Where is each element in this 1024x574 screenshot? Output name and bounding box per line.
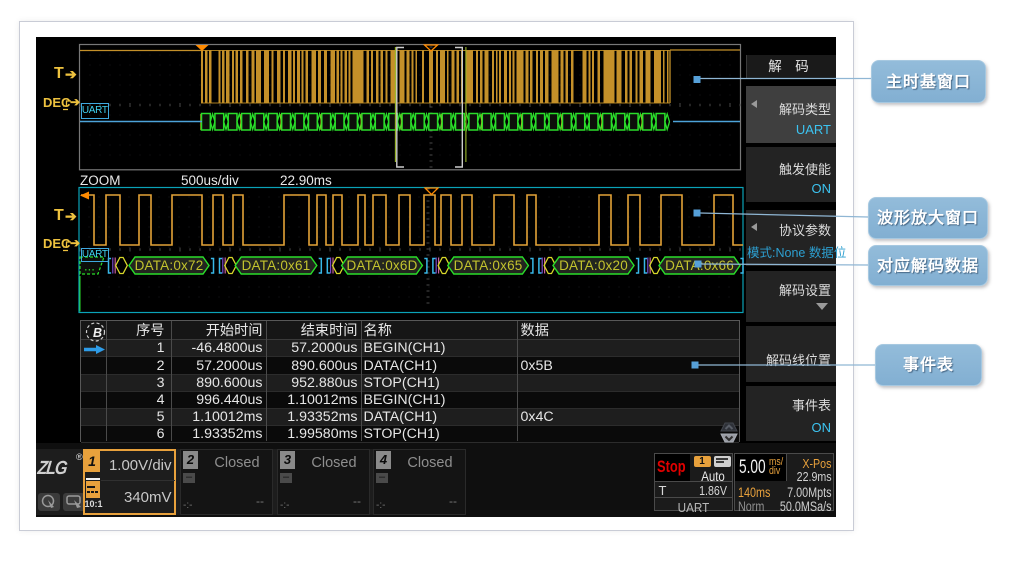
svg-text:DATA:0x72: DATA:0x72: [135, 258, 204, 273]
svg-text:DATA:0x61: DATA:0x61: [242, 258, 311, 273]
svg-text:DATA:0x65: DATA:0x65: [454, 258, 523, 273]
svg-text:ZOOM: ZOOM: [80, 173, 121, 188]
svg-text:DATA:0x66: DATA:0x66: [665, 258, 734, 273]
svg-text:DATA:0x6D: DATA:0x6D: [346, 258, 417, 273]
svg-text:500us/div: 500us/div: [181, 173, 239, 188]
svg-text:DATA:0x20: DATA:0x20: [559, 258, 628, 273]
svg-text:22.90ms: 22.90ms: [280, 173, 332, 188]
svg-text:B: B: [93, 326, 102, 340]
